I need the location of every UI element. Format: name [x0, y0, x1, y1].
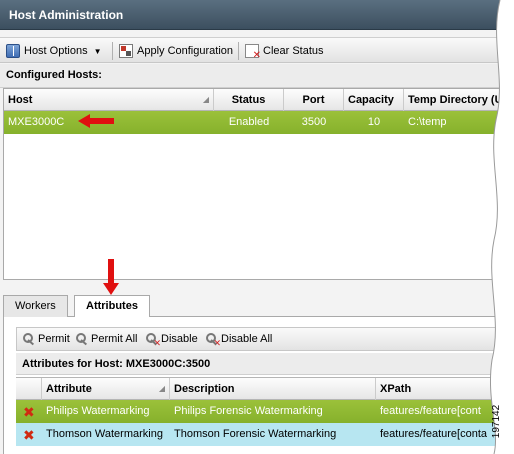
permit-all-button[interactable]: Permit All: [75, 332, 137, 346]
key-icon: [75, 332, 89, 346]
disable-all-button[interactable]: ✕ Disable All: [205, 332, 272, 348]
description-cell: Thomson Forensic Watermarking: [174, 428, 337, 440]
column-header-attribute[interactable]: Attribute ◢: [42, 378, 170, 400]
delete-attribute-icon[interactable]: ✖: [23, 404, 35, 421]
column-header-description[interactable]: Description: [170, 378, 376, 400]
attribute-cell: Philips Watermarking: [46, 405, 150, 417]
description-cell: Philips Forensic Watermarking: [174, 405, 323, 417]
apply-configuration-button[interactable]: Apply Configuration: [119, 43, 233, 59]
clear-status-label: Clear Status: [263, 45, 324, 57]
attributes-grid: Attribute ◢ Description XPath ✖ Philips …: [16, 377, 501, 454]
column-header-delete: [16, 378, 42, 400]
host-toolbar: Host Options ▼ Apply Configuration Clear…: [0, 37, 500, 63]
window-title: Host Administration: [9, 8, 124, 22]
status-cell: Enabled: [228, 116, 270, 128]
attribute-row[interactable]: ✖ Thomson Watermarking Thomson Forensic …: [16, 423, 501, 446]
tab-attributes[interactable]: Attributes: [74, 295, 150, 318]
toolbar-separator: [112, 42, 113, 60]
column-header-xpath[interactable]: XPath: [376, 378, 501, 400]
toolbar-separator: [238, 42, 239, 60]
clear-status-button[interactable]: Clear Status: [245, 43, 324, 61]
clear-status-icon: [245, 44, 261, 61]
key-disabled-icon: ✕: [205, 332, 221, 348]
host-options-label: Host Options: [24, 45, 88, 57]
column-header-port[interactable]: Port: [284, 89, 344, 111]
configured-hosts-label: Configured Hosts:: [0, 64, 500, 88]
red-arrow-down-icon: [103, 259, 119, 295]
host-administration-window: Host Administration Host Options ▼ Apply…: [0, 0, 501, 454]
window-titlebar: Host Administration: [0, 0, 500, 30]
port-cell: 3500: [301, 116, 327, 128]
dropdown-arrow-icon: ▼: [93, 46, 102, 56]
figure-number: 197142: [491, 404, 503, 439]
hosts-icon: [6, 44, 20, 58]
tab-workers[interactable]: Workers: [3, 295, 68, 317]
attributes-panel: Permit Permit All ✕ Disable ✕ Disable Al…: [3, 317, 501, 454]
red-arrow-left-icon: [78, 114, 114, 128]
disable-button[interactable]: ✕ Disable: [145, 332, 198, 348]
attributes-toolbar: Permit Permit All ✕ Disable ✕ Disable Al…: [16, 327, 501, 351]
sort-indicator-icon: ◢: [158, 384, 165, 393]
xpath-cell: features/feature[conta: [380, 428, 488, 440]
capacity-cell: 10: [367, 116, 381, 128]
detail-tabs: Workers Attributes: [3, 295, 500, 318]
attribute-cell: Thomson Watermarking: [46, 428, 163, 440]
apply-configuration-icon: [119, 44, 133, 58]
host-options-button[interactable]: Host Options ▼: [6, 43, 102, 59]
key-disabled-icon: ✕: [145, 332, 161, 348]
key-icon: [22, 332, 36, 346]
attributes-for-host-title: Attributes for Host: MXE3000C:3500: [16, 353, 501, 375]
hosts-grid-header: Host ◢ Status Port Capacity Temp Directo…: [4, 89, 501, 111]
attribute-row[interactable]: ✖ Philips Watermarking Philips Forensic …: [16, 400, 501, 423]
permit-button[interactable]: Permit: [22, 332, 70, 346]
sort-indicator-icon: ◢: [202, 95, 209, 104]
column-header-capacity[interactable]: Capacity: [344, 89, 404, 111]
column-header-status[interactable]: Status: [214, 89, 284, 111]
delete-attribute-icon[interactable]: ✖: [23, 427, 35, 444]
attributes-grid-header: Attribute ◢ Description XPath: [16, 378, 501, 400]
column-header-host[interactable]: Host ◢: [4, 89, 214, 111]
apply-configuration-label: Apply Configuration: [137, 45, 234, 57]
xpath-cell: features/feature[cont: [380, 405, 481, 417]
torn-edge: [489, 0, 514, 454]
